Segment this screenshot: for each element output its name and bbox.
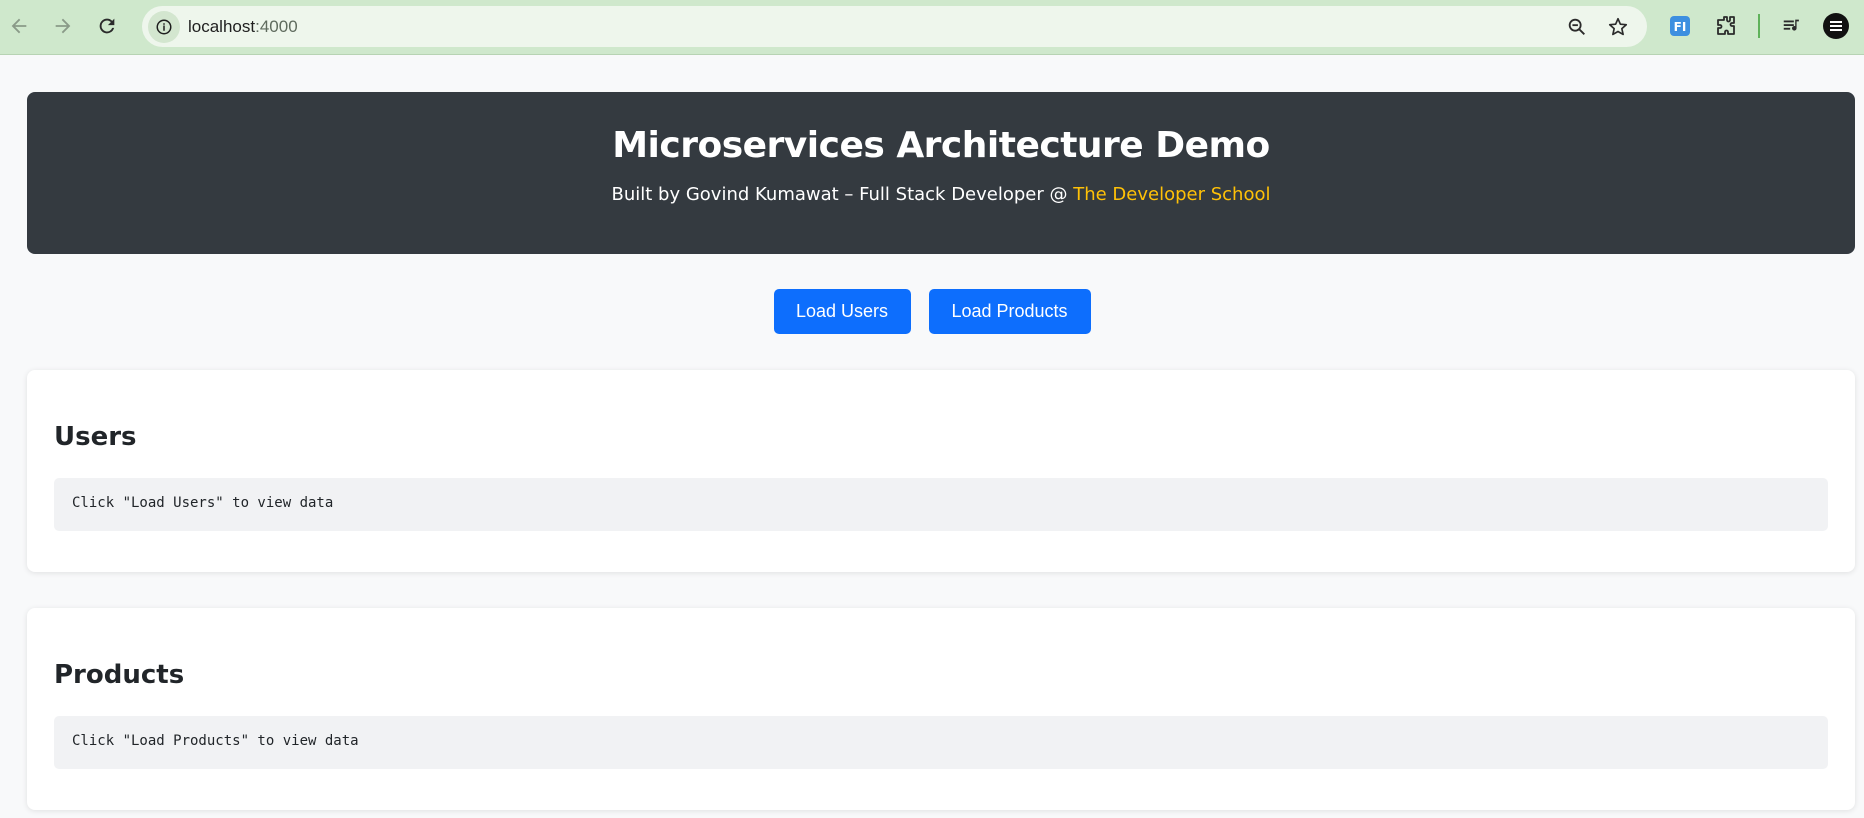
users-output: Click "Load Users" to view data (54, 478, 1828, 531)
fi-extension-icon: FI (1670, 16, 1690, 36)
star-icon (1608, 17, 1628, 36)
load-users-button[interactable]: Load Users (773, 289, 911, 334)
browser-toolbar: localhost:4000 FI (0, 0, 1864, 55)
arrow-right-icon (55, 18, 71, 34)
url-text[interactable]: localhost:4000 (188, 17, 298, 37)
extensions-button[interactable] (1712, 12, 1740, 40)
svg-text:FI: FI (1674, 20, 1687, 34)
products-output: Click "Load Products" to view data (54, 716, 1828, 769)
zoom-out-icon (1568, 18, 1585, 35)
subtitle-text: Built by Govind Kumawat – Full Stack Dev… (611, 184, 1074, 205)
load-products-button[interactable]: Load Products (928, 289, 1091, 334)
site-info-button[interactable] (148, 11, 180, 43)
back-button[interactable] (1, 8, 37, 44)
arrow-left-icon (11, 18, 27, 34)
reload-icon (99, 18, 115, 34)
puzzle-icon (1717, 16, 1735, 35)
bookmark-button[interactable] (1605, 14, 1631, 40)
page-title: Microservices Architecture Demo (612, 125, 1270, 166)
toolbar-divider (1758, 14, 1760, 38)
zoom-button[interactable] (1564, 14, 1590, 40)
extension-fi-button[interactable]: FI (1666, 12, 1694, 40)
forward-button[interactable] (45, 8, 81, 44)
developer-school-link[interactable]: The Developer School (1073, 184, 1270, 205)
media-controls-button[interactable] (1778, 12, 1806, 40)
url-port: :4000 (255, 17, 298, 36)
avatar-icon (1823, 13, 1849, 39)
profile-avatar[interactable] (1822, 12, 1850, 40)
users-card: Users Click "Load Users" to view data (27, 370, 1855, 572)
url-host: localhost (188, 17, 256, 36)
reload-button[interactable] (89, 8, 125, 44)
page-header: Microservices Architecture Demo Built by… (27, 92, 1855, 254)
products-card: Products Click "Load Products" to view d… (27, 608, 1855, 810)
page-subtitle: Built by Govind Kumawat – Full Stack Dev… (27, 184, 1855, 205)
address-bar[interactable]: localhost:4000 (142, 6, 1647, 47)
playlist-music-icon (1783, 19, 1799, 31)
products-heading: Products (54, 660, 185, 690)
action-buttons: Load Users Load Products (0, 289, 1864, 334)
info-icon (156, 19, 172, 35)
users-heading: Users (54, 422, 137, 452)
